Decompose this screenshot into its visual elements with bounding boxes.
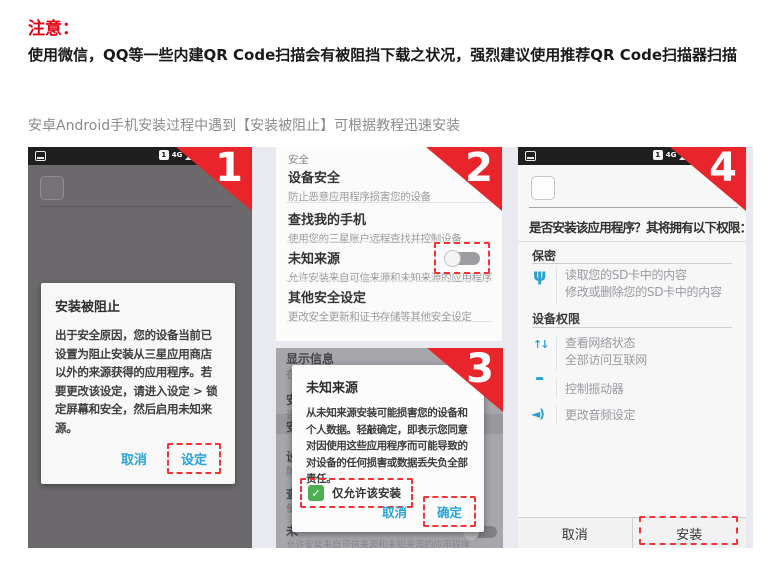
cancel-button[interactable]: 取消 [115, 445, 153, 472]
tutorial-subtitle: 安卓Android手机安装过程中遇到【安装被阻止】可根据教程迅速安装 [28, 115, 460, 135]
notice-heading: 注意： [28, 14, 79, 39]
step-number: 1 [215, 147, 243, 191]
divider [286, 280, 492, 281]
permission-text: 更改音频设定 [565, 407, 635, 424]
unknown-sources-dialog: 未知来源 从未知来源安装可能损害您的设备和个人数据。轻敲确定，即表示您同意对因使… [292, 365, 484, 532]
cancel-button[interactable]: 取消 [518, 518, 633, 548]
permission-line: 读取您的SD卡中的内容 [565, 267, 722, 284]
permission-text: 控制振动器 [565, 381, 624, 398]
item-title: 其他安全设定 [288, 287, 490, 306]
permission-text: 读取您的SD卡中的内容 修改或删除您的SD卡中的内容 [565, 267, 722, 301]
phone-screenshot-4: 1 4G 7 是否安装该应用程序？其将拥有以下权限： 保密 ψ 读取您的SD卡中… [518, 147, 746, 548]
dialog-buttons: 取消 设定 [55, 443, 221, 474]
dialog-buttons: 取消 确定 [376, 496, 476, 527]
network-label: 4G [172, 151, 183, 159]
screen-capture-icon [525, 151, 536, 161]
divider [40, 206, 232, 207]
usb-icon: ψ [533, 266, 547, 286]
notification-badge: 1 [653, 150, 663, 160]
settings-item-other-security[interactable]: 其他安全设定 更改安全更新和证书存储等其他安全设定 [288, 287, 490, 324]
item-title: 查找我的手机 [288, 209, 490, 228]
security-screen-title: 安全 [288, 152, 309, 167]
cancel-button[interactable]: 取消 [376, 498, 413, 525]
background-fragment: 允许安装来自可信来源和未知来源的应用程序 [286, 537, 470, 548]
dialog-title: 安装被阻止 [55, 296, 221, 315]
network-state-icon: ↑↓ [533, 338, 547, 351]
app-icon-placeholder [531, 176, 555, 200]
dialog-body: 从未知来源安装可能损害您的设备和个人数据。轻敲确定，即表示您同意对因使用这些应用… [306, 405, 472, 488]
permission-text: 查看网络状态 全部访问互联网 [565, 335, 647, 369]
divider [518, 241, 746, 242]
network-label: 4G [666, 151, 677, 159]
annotation-box-toggle [434, 242, 490, 274]
phone-screenshot-2: 安全 设备安全 防止恶意应用程序损害您的设备 查找我的手机 使用您的三星账户远程… [276, 147, 502, 341]
screen-capture-icon [35, 151, 46, 161]
notification-badge: 1 [159, 150, 169, 160]
ok-button[interactable]: 确定 [423, 496, 476, 527]
divider [286, 321, 492, 322]
divider [556, 268, 557, 304]
permission-line: 查看网络状态 [565, 335, 647, 352]
permission-line: 控制振动器 [565, 381, 624, 398]
divider [556, 380, 557, 398]
annotation-box-install [639, 516, 738, 545]
divider [556, 337, 557, 371]
speaker-icon: ◄) [531, 407, 544, 421]
settings-button[interactable]: 设定 [167, 443, 221, 474]
divider [529, 207, 738, 208]
section-label-device-permissions: 设备权限 [532, 310, 580, 327]
phone-screenshot-3: 显示信息 在 安 设 安 设 防 查 使 未 允许安装来自可信来源和未知来源的应… [276, 348, 503, 548]
divider [286, 202, 492, 203]
dialog-title: 未知来源 [306, 377, 472, 396]
section-label-privacy: 保密 [532, 247, 556, 264]
install-question: 是否安装该应用程序？其将拥有以下权限： [529, 217, 746, 236]
divider [532, 327, 732, 328]
permission-line: 修改或删除您的SD卡中的内容 [565, 284, 722, 301]
app-icon-placeholder [40, 176, 64, 200]
dialog-body: 出于安全原因，您的设备当前已设置为阻止安装从三星应用商店以外的来源获得的应用程序… [55, 326, 221, 437]
tutorial-page: 注意： 使用微信，QQ等一些内建QR Code扫描会有被阻挡下载之状况，强烈建议… [0, 0, 767, 570]
install-blocked-dialog: 安装被阻止 出于安全原因，您的设备当前已设置为阻止安装从三星应用商店以外的来源获… [41, 283, 235, 484]
screenshot-strip: 1 4G 7 安装被阻止 出于安全原因，您的设备当前已设置为阻止安装从三星应用商… [28, 147, 753, 548]
divider [532, 263, 732, 264]
step-number: 4 [709, 147, 737, 191]
step-corner-badge: 4 [670, 147, 746, 211]
divider [556, 406, 557, 424]
notice-body: 使用微信，QQ等一些内建QR Code扫描会有被阻挡下载之状况，强烈建议使用推荐… [28, 42, 744, 68]
permission-line: 更改音频设定 [565, 407, 635, 424]
permission-line: 全部访问互联网 [565, 352, 647, 369]
phone-screenshot-1: 1 4G 7 安装被阻止 出于安全原因，您的设备当前已设置为阻止安装从三星应用商… [28, 147, 252, 548]
checkbox-checked-icon[interactable]: ✓ [308, 485, 324, 501]
